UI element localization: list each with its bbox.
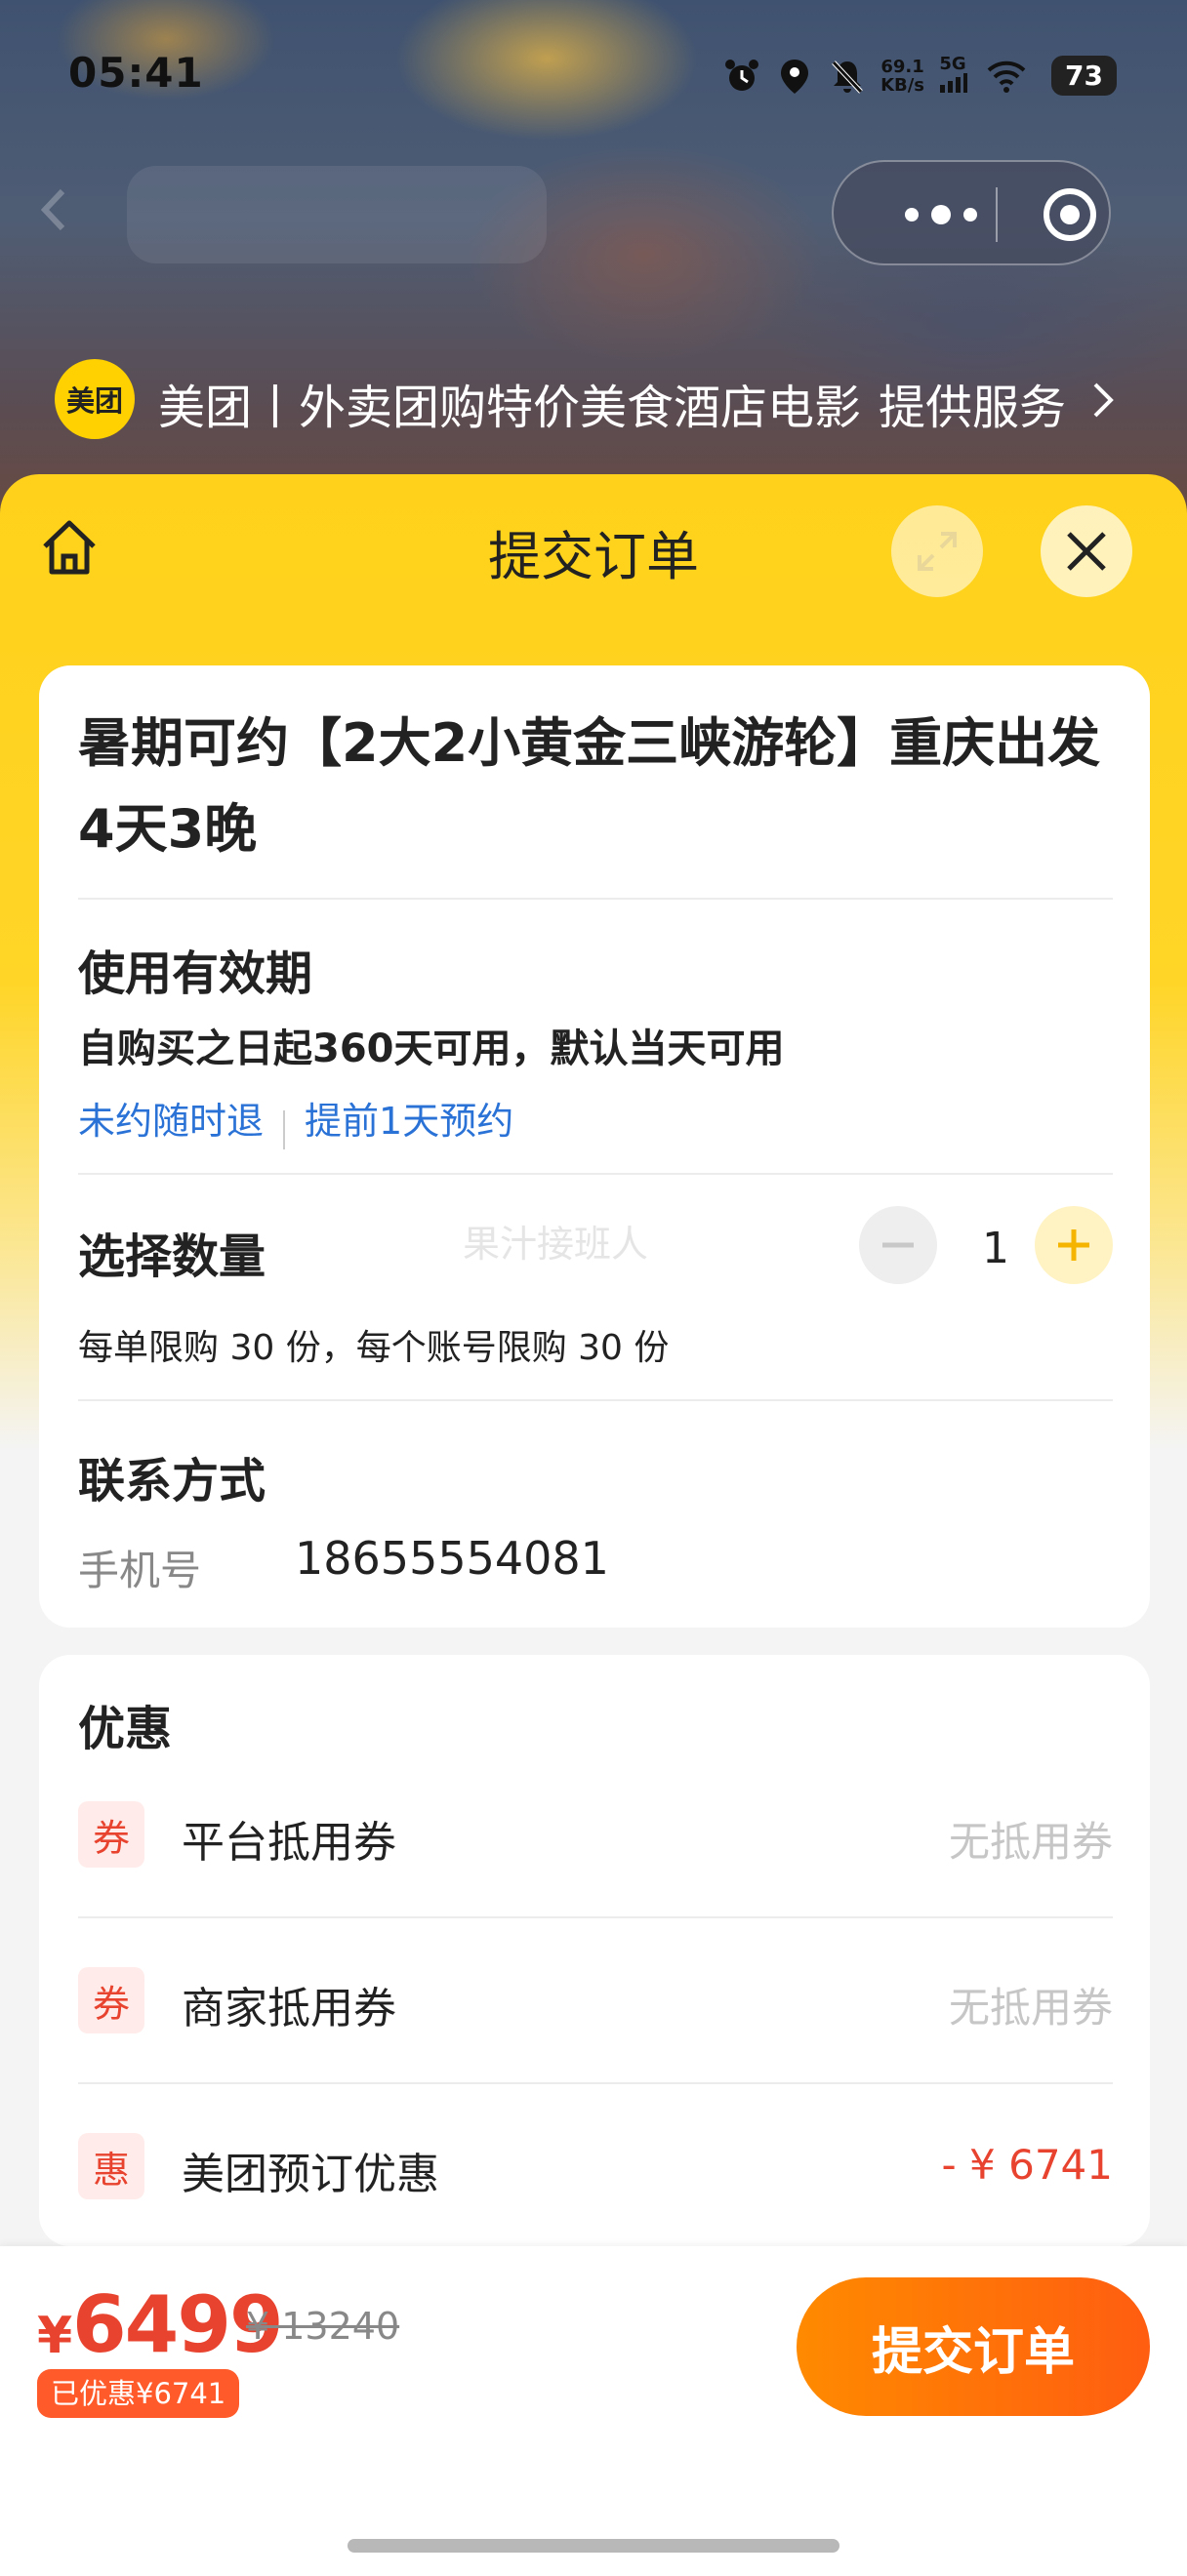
coupon-value: 无抵用券 (948, 1984, 1113, 2032)
wifi-icon (987, 60, 1026, 93)
purchase-limit-note: 每单限购 30 份，每个账号限购 30 份 (78, 1328, 670, 1368)
saved-amount-badge: 已优惠¥6741 (37, 2369, 240, 2418)
meituan-logo: 美团 (55, 359, 135, 439)
validity-tags: 未约随时退 提前1天预约 (78, 1091, 513, 1149)
coupon-name: 商家抵用券 (182, 1984, 396, 2033)
price-currency: ¥ (37, 2307, 73, 2365)
booking-discount-row: 惠 美团预订优惠 - ¥ 6741 (78, 2129, 1113, 2207)
service-provider-link[interactable]: 提供服务 (879, 369, 1066, 437)
quantity-value[interactable]: 1 (966, 1224, 1025, 1273)
product-title: 暑期可约【2大2小黄金三峡游轮】重庆出发4天3晚 (78, 712, 1101, 860)
alarm-icon (725, 59, 759, 91)
capsule-divider (996, 187, 998, 242)
merchant-coupon-row[interactable]: 券 商家抵用券 无抵用券 (78, 1963, 1113, 2041)
phone-field[interactable]: 18655554081 (295, 1532, 609, 1585)
expand-button[interactable] (891, 505, 983, 597)
signal-icon (940, 73, 968, 93)
quantity-increase-button[interactable] (1035, 1206, 1113, 1284)
watermark-text: 果汁接班人 (463, 1223, 649, 1266)
checkout-bar: ¥ 6499 ¥ 13240 已优惠¥6741 提交订单 (0, 2246, 1187, 2576)
mute-bell-icon (832, 60, 863, 94)
validity-heading: 使用有效期 (78, 946, 313, 1001)
discount-card: 优惠 券 平台抵用券 无抵用券 券 商家抵用券 无抵用券 惠 美团预订优惠 - … (39, 1655, 1150, 2246)
mini-program-title: 美团丨外卖团购特价美食酒店电影 (158, 381, 862, 435)
mini-program-capsule (832, 160, 1111, 265)
divider (78, 1916, 1113, 1918)
phone-label: 手机号 (78, 1547, 202, 1594)
home-indicator[interactable] (348, 2539, 839, 2553)
page-title: 提交订单 (488, 526, 699, 587)
battery-level: 73 (1051, 56, 1117, 96)
quantity-heading: 选择数量 (78, 1229, 266, 1284)
close-icon (1067, 532, 1106, 571)
coupon-name: 平台抵用券 (182, 1818, 396, 1868)
validity-text: 自购买之日起360天可用，默认当天可用 (78, 1026, 785, 1071)
net-speed-unit: KB/s (880, 74, 925, 96)
coupon-tag: 券 (78, 1801, 144, 1868)
contact-heading: 联系方式 (78, 1454, 266, 1509)
status-bar: 05:41 69.1 KB/s 5G 73 (0, 49, 1187, 107)
background-blur-shape (127, 166, 547, 263)
divider (78, 2082, 1113, 2084)
chevron-right-icon (1093, 382, 1114, 418)
close-miniprogram-icon[interactable] (1041, 185, 1099, 244)
more-icon[interactable] (882, 185, 1000, 244)
status-time: 05:41 (68, 49, 204, 97)
coupon-value: 无抵用券 (948, 1818, 1113, 1866)
divider (78, 1173, 1113, 1175)
location-icon (781, 59, 809, 94)
close-button[interactable] (1041, 505, 1132, 597)
discount-tag: 惠 (78, 2133, 144, 2199)
divider (78, 1399, 1113, 1401)
refund-policy-link[interactable]: 未约随时退 (78, 1100, 264, 1143)
expand-icon (918, 532, 957, 571)
minus-icon (882, 1242, 914, 1248)
status-icons: 69.1 KB/s 5G 73 (722, 55, 1117, 97)
coupon-tag: 券 (78, 1967, 144, 2033)
order-info-card: 暑期可约【2大2小黄金三峡游轮】重庆出发4天3晚 使用有效期 自购买之日起360… (39, 665, 1150, 1628)
quantity-decrease-button[interactable] (859, 1206, 937, 1284)
reserve-policy-link[interactable]: 提前1天预约 (305, 1100, 513, 1143)
plus-icon (1058, 1229, 1089, 1261)
background-back-icon (40, 188, 65, 231)
discount-heading: 优惠 (78, 1702, 173, 1756)
original-price: ¥ 13240 (246, 2305, 400, 2348)
mini-program-info: 美团 美团丨外卖团购特价美食酒店电影 提供服务 (55, 359, 1128, 439)
tag-separator (283, 1109, 286, 1149)
network-type: 5G (939, 54, 966, 74)
platform-coupon-row[interactable]: 券 平台抵用券 无抵用券 (78, 1797, 1113, 1875)
discount-name: 美团预订优惠 (182, 2150, 439, 2199)
network-indicator: 5G (938, 54, 968, 97)
net-speed-value: 69.1 (880, 56, 924, 77)
divider (78, 898, 1113, 900)
discount-value: - ¥ 6741 (941, 2141, 1113, 2189)
net-speed: 69.1 KB/s (880, 58, 924, 95)
submit-order-button[interactable]: 提交订单 (797, 2277, 1150, 2416)
